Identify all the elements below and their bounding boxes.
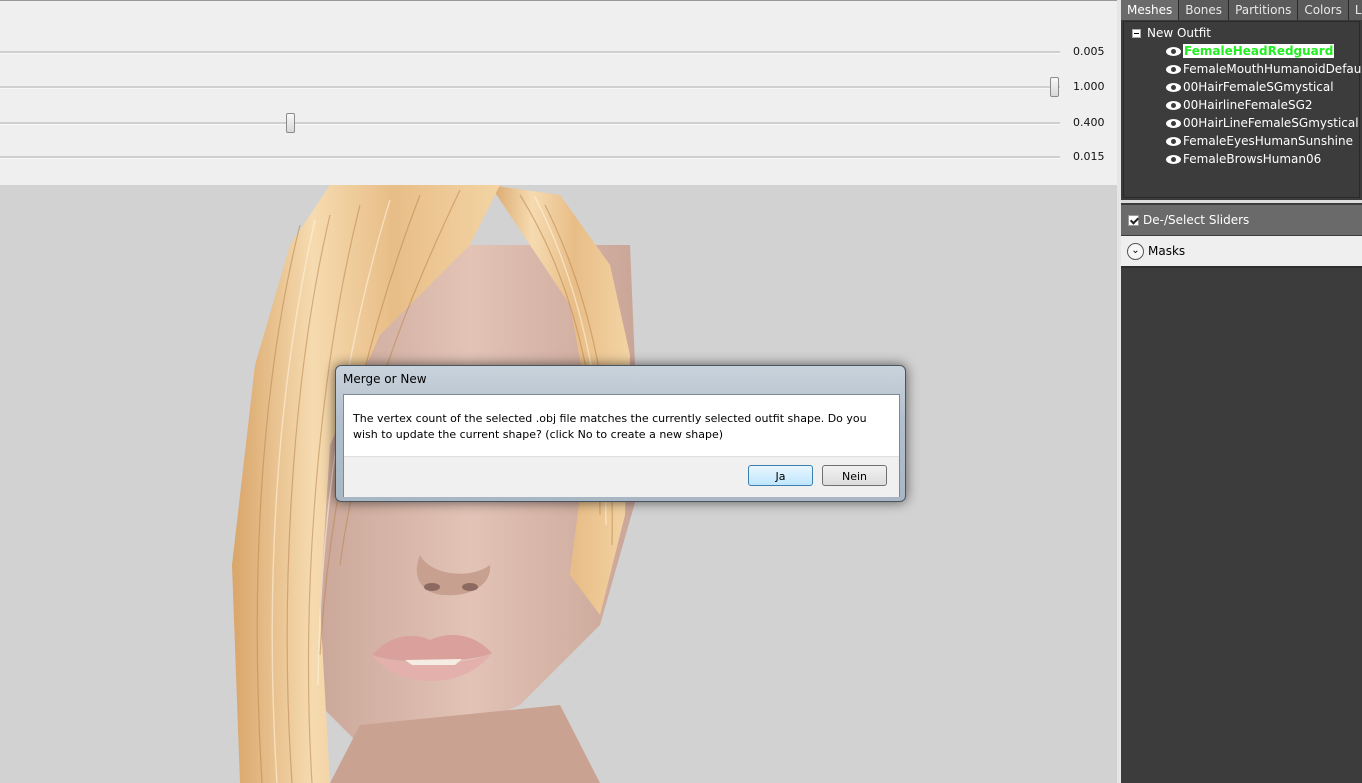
tree-root-label: New Outfit	[1147, 26, 1212, 40]
slider-value: 0.400	[1073, 116, 1105, 129]
slider-track[interactable]	[0, 122, 1060, 125]
tree-item[interactable]: FemaleBrowsHuman06	[1166, 151, 1321, 167]
slider-track[interactable]	[0, 86, 1060, 89]
deselect-sliders-checkbox[interactable]	[1128, 215, 1139, 226]
slider-thumb[interactable]	[1050, 77, 1059, 97]
slider-value: 0.005	[1073, 45, 1105, 58]
dialog-title: Merge or New	[343, 372, 427, 386]
tree-item[interactable]: 00HairLineFemaleSGmystical	[1166, 115, 1359, 131]
tree-item[interactable]: 00HairlineFemaleSG2	[1166, 97, 1313, 113]
panel-divider	[1121, 200, 1362, 203]
tree-root[interactable]: New Outfit	[1132, 25, 1211, 41]
tab-bones[interactable]: Bones	[1179, 0, 1230, 20]
eye-icon[interactable]	[1166, 101, 1181, 110]
slider-row: 0.015	[0, 147, 1117, 167]
mesh-label: 00HairLineFemaleSGmystical	[1183, 116, 1359, 130]
tree-item[interactable]: FemaleHeadRedguard	[1166, 43, 1335, 59]
slider-track[interactable]	[0, 156, 1060, 159]
slider-row: 0.400	[0, 113, 1117, 133]
slider-row: 0.005	[0, 42, 1117, 62]
eye-icon[interactable]	[1166, 137, 1181, 146]
eye-icon[interactable]	[1166, 47, 1181, 56]
eye-icon[interactable]	[1166, 155, 1181, 164]
mesh-label: FemaleBrowsHuman06	[1183, 152, 1322, 166]
deselect-sliders-row[interactable]: De-/Select Sliders	[1121, 205, 1362, 235]
masks-label: Masks	[1148, 244, 1186, 258]
tab-bar: MeshesBonesPartitionsColorsLigh	[1121, 0, 1362, 20]
tree-item[interactable]: FemaleMouthHumanoidDefault	[1166, 61, 1362, 77]
eye-icon[interactable]	[1166, 83, 1181, 92]
slider-value: 0.015	[1073, 150, 1105, 163]
slider-row: 1.000	[0, 77, 1117, 97]
mesh-label: 00HairlineFemaleSG2	[1183, 98, 1313, 112]
chevron-down-icon[interactable]: ⌄	[1127, 243, 1144, 260]
merge-or-new-dialog: Merge or New The vertex count of the sel…	[335, 365, 906, 502]
right-panel: MeshesBonesPartitionsColorsLigh New Outf…	[1121, 0, 1362, 783]
eye-icon[interactable]	[1166, 65, 1181, 74]
dialog-body: The vertex count of the selected .obj fi…	[343, 394, 900, 497]
mesh-tree: New Outfit FemaleHeadRedguard FemaleMout…	[1123, 21, 1362, 198]
slider-thumb[interactable]	[286, 113, 295, 133]
panel-divider	[1121, 266, 1362, 268]
slider-value: 1.000	[1073, 80, 1105, 93]
mesh-label: FemaleMouthHumanoidDefault	[1183, 62, 1362, 76]
collapse-icon[interactable]	[1132, 29, 1141, 38]
eye-icon[interactable]	[1166, 119, 1181, 128]
yes-button[interactable]: Ja	[748, 465, 813, 486]
tab-meshes[interactable]: Meshes	[1121, 0, 1180, 20]
mesh-label: FemaleEyesHumanSunshine	[1183, 134, 1353, 148]
masks-row[interactable]: ⌄ Masks	[1121, 236, 1362, 266]
slider-track[interactable]	[0, 51, 1060, 54]
tab-colors[interactable]: Colors	[1298, 0, 1349, 20]
tab-partitions[interactable]: Partitions	[1229, 0, 1299, 20]
slider-panel: 0.005 1.000 0.400 0.015	[0, 0, 1117, 186]
no-button[interactable]: Nein	[822, 465, 887, 486]
tree-item[interactable]: 00HairFemaleSGmystical	[1166, 79, 1334, 95]
tab-lights[interactable]: Ligh	[1348, 0, 1362, 20]
mesh-label: FemaleHeadRedguard	[1183, 44, 1335, 58]
mesh-label: 00HairFemaleSGmystical	[1183, 80, 1334, 94]
dialog-message: The vertex count of the selected .obj fi…	[353, 412, 867, 441]
deselect-sliders-label: De-/Select Sliders	[1143, 213, 1250, 227]
tree-item[interactable]: FemaleEyesHumanSunshine	[1166, 133, 1353, 149]
dialog-footer: Ja Nein	[344, 456, 899, 497]
